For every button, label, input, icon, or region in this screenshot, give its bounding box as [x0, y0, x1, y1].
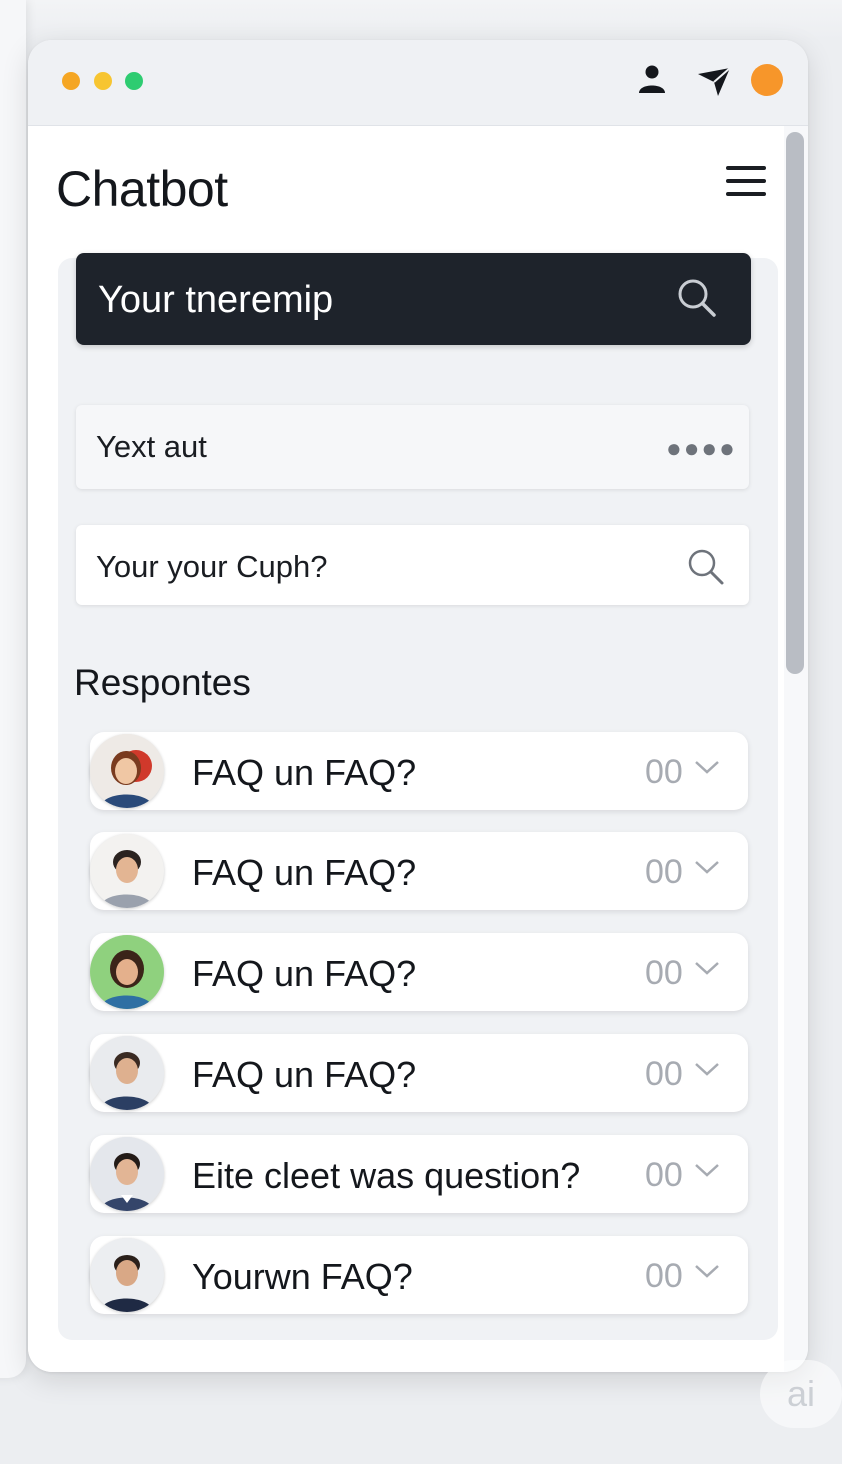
text-field[interactable]: Yext aut ●●●●: [76, 405, 749, 489]
status-dot-icon[interactable]: [751, 64, 783, 96]
primary-search-placeholder: Your tneremip: [98, 279, 334, 321]
faq-question: FAQ un FAQ?: [192, 752, 417, 793]
title-bar: [28, 40, 808, 126]
chevron-down-icon[interactable]: [694, 1161, 720, 1184]
chevron-down-icon[interactable]: [694, 959, 720, 982]
chevron-down-icon[interactable]: [694, 1060, 720, 1083]
hamburger-menu-icon[interactable]: [718, 160, 768, 206]
faq-count: 00: [645, 1055, 683, 1093]
send-icon[interactable]: [696, 62, 732, 98]
faq-question: FAQ un FAQ?: [192, 852, 417, 893]
faq-item[interactable]: FAQ un FAQ? 00: [90, 732, 748, 810]
faq-question: FAQ un FAQ?: [192, 953, 417, 994]
close-window-button[interactable]: [62, 72, 80, 90]
faq-item[interactable]: Yourwn FAQ? 00: [90, 1236, 748, 1314]
faq-count: 00: [645, 1257, 683, 1295]
faq-count: 00: [645, 1156, 683, 1194]
watermark-logo: ai: [760, 1360, 842, 1428]
chevron-down-icon[interactable]: [694, 858, 720, 881]
faq-question: Eite cleet was question?: [192, 1155, 581, 1196]
scrollbar-thumb[interactable]: [786, 132, 804, 674]
faq-item[interactable]: FAQ un FAQ? 00: [90, 832, 748, 910]
user-icon[interactable]: [634, 62, 670, 98]
responses-heading: Respontes: [74, 662, 251, 703]
faq-count: 00: [645, 853, 683, 891]
faq-item[interactable]: Eite cleet was question? 00: [90, 1135, 748, 1213]
faq-item[interactable]: FAQ un FAQ? 00: [90, 1034, 748, 1112]
background-window-edge: [0, 0, 26, 1378]
chevron-down-icon[interactable]: [694, 1262, 720, 1285]
app-window: Chatbot Your tneremip Yext aut ●●●● Your…: [28, 40, 808, 1372]
avatar: [90, 834, 164, 908]
avatar: [90, 1137, 164, 1211]
faq-question: Yourwn FAQ?: [192, 1256, 413, 1297]
search-icon[interactable]: [674, 275, 720, 326]
primary-search-input[interactable]: Your tneremip: [76, 253, 751, 345]
faq-count: 00: [645, 954, 683, 992]
minimize-window-button[interactable]: [94, 72, 112, 90]
page-title: Chatbot: [56, 161, 228, 217]
avatar: [90, 935, 164, 1009]
text-field-value: Yext aut: [96, 429, 207, 464]
avatar: [90, 734, 164, 808]
secondary-search-placeholder: Your your Cuph?: [96, 549, 328, 584]
maximize-window-button[interactable]: [125, 72, 143, 90]
search-icon[interactable]: [684, 545, 728, 594]
faq-item[interactable]: FAQ un FAQ? 00: [90, 933, 748, 1011]
avatar: [90, 1036, 164, 1110]
more-options-icon[interactable]: ●●●●: [666, 433, 737, 464]
chevron-down-icon[interactable]: [694, 758, 720, 781]
faq-count: 00: [645, 753, 683, 791]
background-top: [0, 0, 842, 40]
faq-question: FAQ un FAQ?: [192, 1054, 417, 1095]
avatar: [90, 1238, 164, 1312]
secondary-search-input[interactable]: Your your Cuph?: [76, 525, 749, 605]
